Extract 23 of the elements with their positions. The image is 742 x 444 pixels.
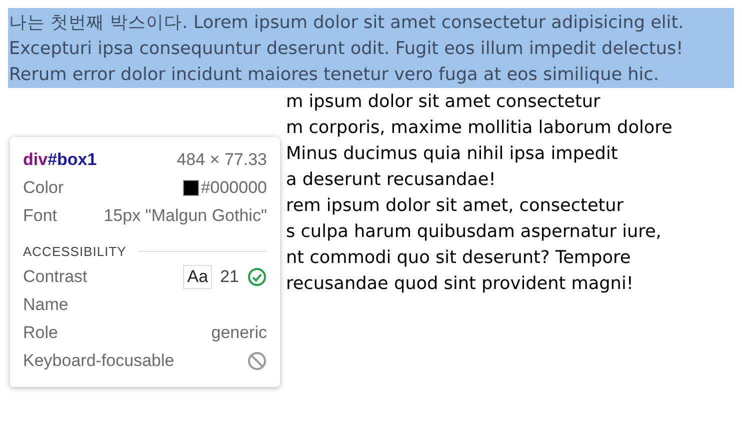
property-label: Role [23, 323, 58, 343]
property-label: Name [23, 295, 68, 315]
text-line: recusandae quod sint provident magni! [286, 273, 634, 296]
property-label: Color [23, 178, 64, 198]
property-value: 15px "Malgun Gothic" [104, 206, 267, 226]
contrast-ratio: 21 [220, 267, 239, 287]
property-label: Contrast [23, 267, 88, 287]
property-value: #000000 [200, 178, 267, 198]
text-line: m corporis, maxime mollitia laborum dolore [286, 117, 674, 140]
text-line: Minus ducimus quia nihil ipsa impedit [286, 143, 619, 166]
text-line: a deserunt recusandae! [286, 169, 497, 192]
text-line: rem ipsum dolor sit amet, consectetur [286, 195, 625, 218]
property-value: generic [211, 323, 267, 343]
element-size: 484 × 77.33 [176, 150, 267, 170]
contrast-sample: Aa [183, 265, 212, 289]
text-line: nt commodi quo sit deserunt? Tempore [286, 247, 632, 270]
paragraph: 나는 첫번째 박스이다. Lorem ipsum dolor sit amet consectetur adipisicing elit. Excepturi ipsa consequuntur deserunt odit. Fugit eos illum impedit delectus! Rerum error dolor incidunt maiores tenetur vero fuga at eos similique hic. [9, 12, 685, 87]
section-heading: ACCESSIBILITY [23, 244, 126, 259]
text-line: m ipsum dolor sit amet consectetur [286, 91, 602, 114]
property-label: Keyboard-focusable [23, 351, 174, 371]
element-selector: div#box1 [23, 150, 97, 170]
text-line: s culpa harum quibusdam aspernatur iure, [286, 221, 662, 244]
property-label: Font [23, 206, 58, 226]
